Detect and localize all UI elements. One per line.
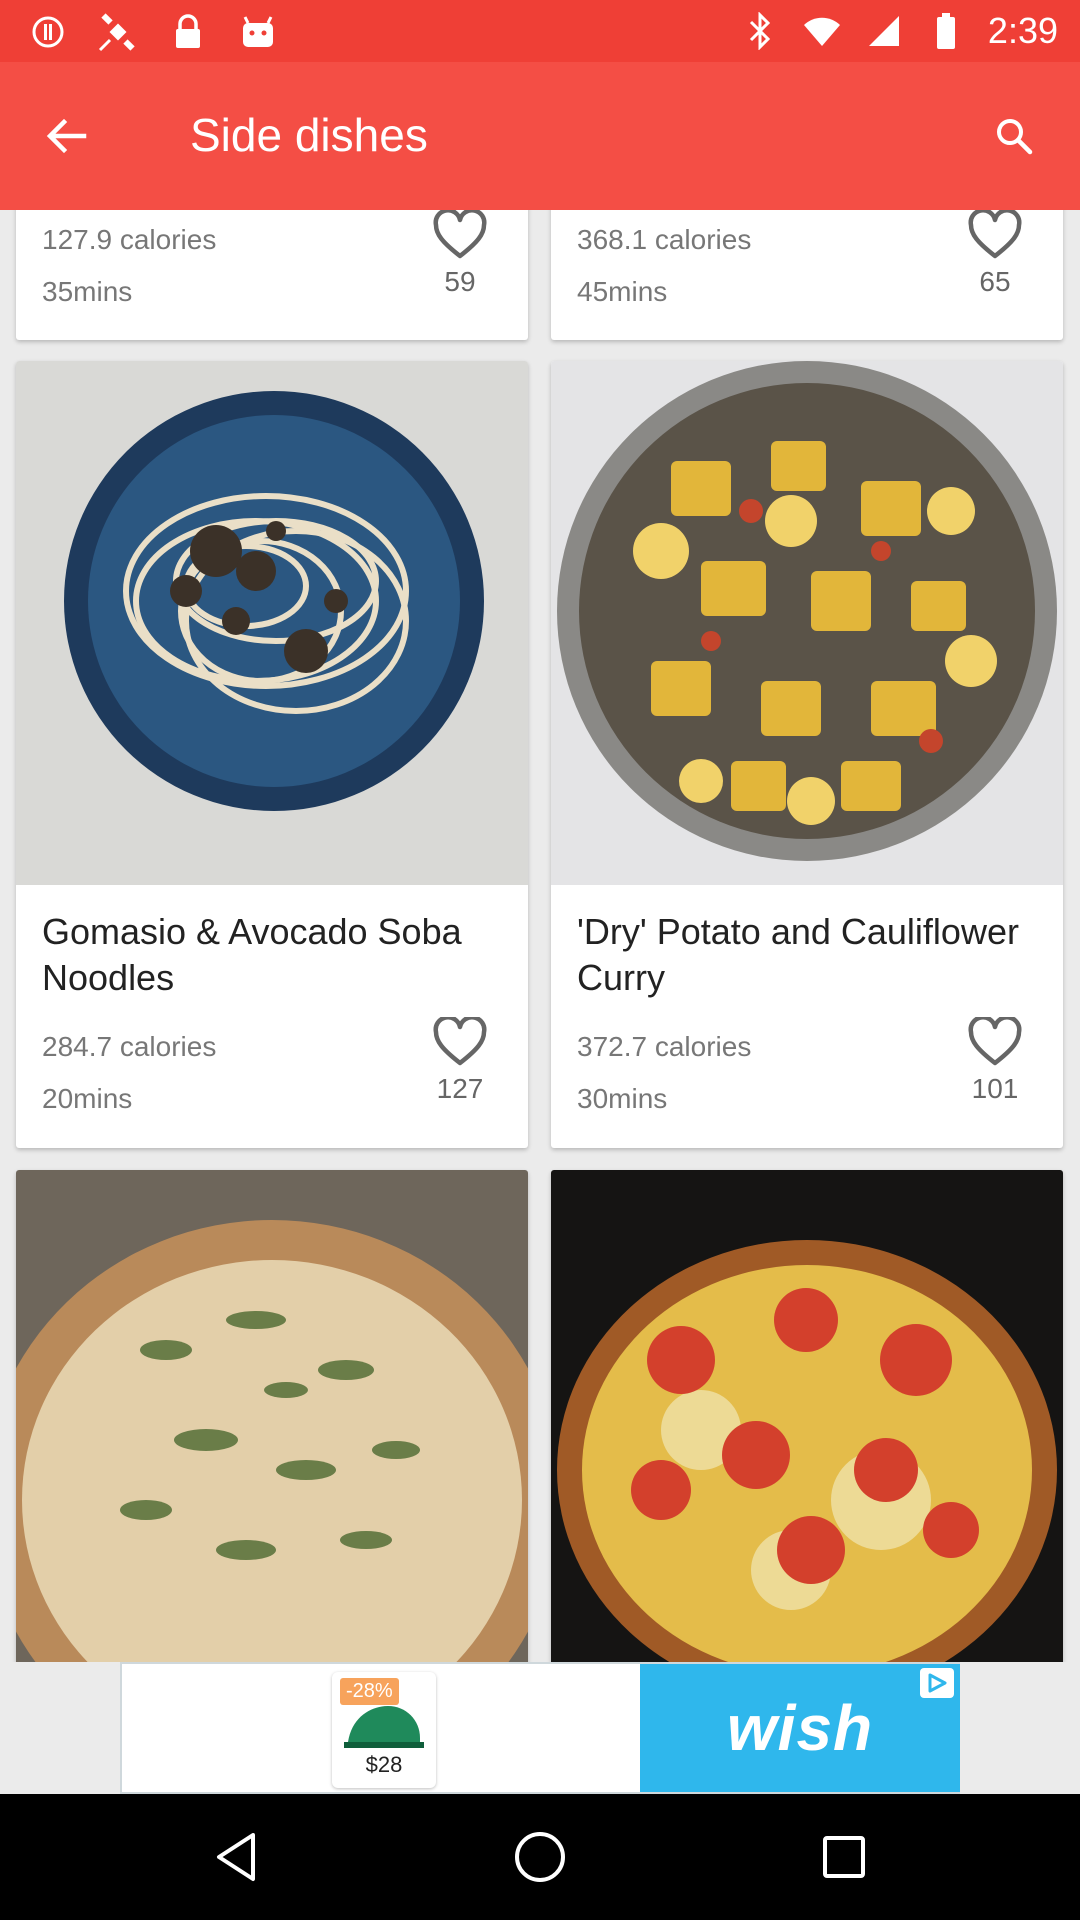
satellite-icon [98,12,138,52]
recipe-grid: 127.9 calories 35mins 59 368.1 calories … [0,210,1080,1662]
recipe-duration: 35mins [42,276,133,307]
ad-brand-logo[interactable]: wish [640,1664,960,1792]
lock-icon [168,12,208,52]
recipe-photo [551,361,1063,885]
heart-icon [968,1017,1022,1066]
recipe-photo [16,361,528,885]
nav-back-button[interactable] [206,1827,266,1887]
like-count: 65 [979,266,1011,297]
page-title: Side dishes [190,109,428,161]
back-button[interactable] [36,106,96,166]
favorite-button[interactable]: 59 [420,210,500,298]
recipe-calories: 284.7 calories [42,1031,217,1062]
ad-price: $28 [365,1752,403,1777]
heart-icon [433,1017,487,1066]
recipe-duration: 20mins [42,1083,133,1114]
recipe-duration: 45mins [577,276,668,307]
ad-banner[interactable]: -28% $28 wish [120,1662,960,1794]
recipe-card[interactable] [16,1170,528,1662]
signal-icon [864,11,904,51]
recipe-calories: 372.7 calories [577,1031,752,1062]
recipe-card[interactable]: 368.1 calories 45mins 65 [551,210,1063,340]
status-system: 2:39 [740,10,1058,52]
recipe-card[interactable]: Gomasio & Avocado Soba Noodles 284.7 cal… [16,361,528,1148]
search-button[interactable] [984,106,1044,166]
like-count: 101 [971,1073,1019,1104]
recipe-calories: 127.9 calories [42,224,217,255]
favorite-button[interactable]: 65 [955,210,1035,298]
recipe-title: 'Dry' Potato and Cauliflower Curry [577,911,1019,998]
recipe-card[interactable] [551,1170,1063,1662]
recipe-card[interactable]: 127.9 calories 35mins 59 [16,210,528,340]
android-icon [238,12,278,52]
status-notifications [28,12,278,52]
recents-square-icon [823,1836,865,1878]
system-nav-bar [0,1794,1080,1920]
status-bar: 2:39 [0,0,1080,62]
ad-choices-icon[interactable] [920,1668,954,1698]
back-triangle-icon [217,1833,255,1881]
arrow-back-icon [46,118,87,154]
recipe-card[interactable]: 'Dry' Potato and Cauliflower Curry 372.7… [551,361,1063,1148]
search-icon [997,119,1033,155]
heart-icon [433,210,487,259]
recipe-title: Gomasio & Avocado Soba Noodles [42,911,462,998]
bluetooth-icon [740,11,780,51]
ad-product-tile[interactable]: -28% $28 [332,1672,436,1788]
nav-recents-button[interactable] [814,1827,874,1887]
favorite-button[interactable]: 127 [420,1017,500,1105]
ad-discount: -28% [340,1678,399,1705]
nav-home-button[interactable] [510,1827,570,1887]
recipe-calories: 368.1 calories [577,224,752,255]
app-bar: Side dishes [0,62,1080,210]
battery-icon [926,11,966,51]
status-time: 2:39 [987,10,1058,51]
favorite-button[interactable]: 101 [955,1017,1035,1105]
recipe-duration: 30mins [577,1083,668,1114]
like-count: 127 [436,1073,484,1104]
wifi-icon [802,11,842,51]
cap-icon [344,1706,424,1748]
like-count: 59 [444,266,476,297]
recipe-photo [551,1170,1063,1662]
home-circle-icon [515,1832,565,1882]
heart-icon [968,210,1022,259]
alert-icon [28,12,68,52]
recipe-photo [16,1170,528,1662]
